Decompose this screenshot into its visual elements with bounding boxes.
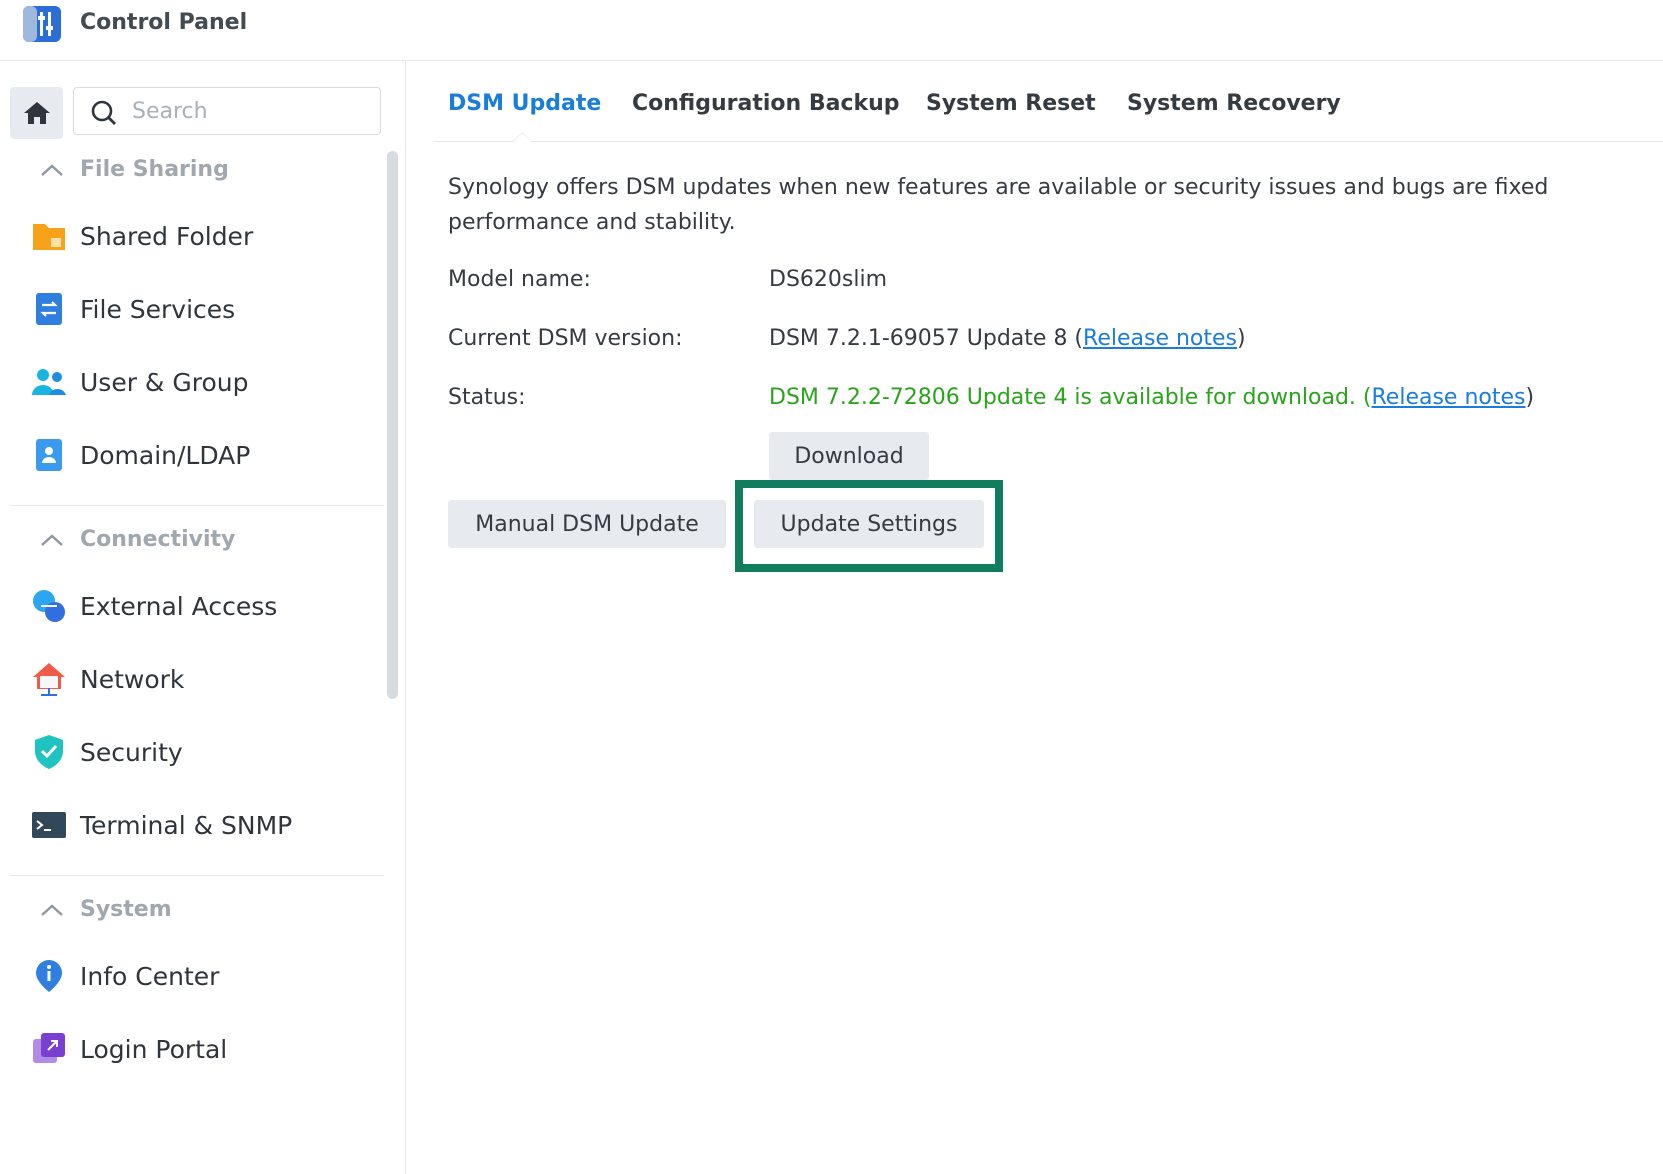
title-bar: Control Panel: [0, 0, 1663, 61]
status-release-notes-link[interactable]: Release notes: [1372, 385, 1526, 410]
sidebar-item-login-portal[interactable]: Login Portal: [30, 1024, 370, 1074]
tab-system-recovery[interactable]: System Recovery: [1127, 91, 1341, 116]
section-file-sharing[interactable]: File Sharing: [40, 157, 229, 182]
highlight-box: [735, 480, 1003, 572]
search-box[interactable]: Search: [73, 87, 381, 135]
shared-folder-icon: [30, 217, 68, 255]
chevron-up-icon: [41, 163, 63, 176]
sidebar-item-domain-ldap[interactable]: Domain/LDAP: [30, 430, 370, 480]
sidebar-item-label: Terminal & SNMP: [80, 810, 293, 840]
paren-close: ): [1237, 326, 1246, 351]
paren-close: ): [1525, 385, 1535, 410]
model-name-label: Model name:: [448, 267, 591, 292]
status-value: DSM 7.2.2-72806 Update 4 is available fo…: [769, 385, 1534, 410]
info-center-icon: [30, 957, 68, 995]
terminal-icon: [30, 806, 68, 844]
sidebar-item-info-center[interactable]: Info Center: [30, 951, 370, 1001]
sidebar-item-label: Network: [80, 664, 185, 694]
sidebar-item-label: Info Center: [80, 961, 220, 991]
sidebar-item-label: User & Group: [80, 367, 249, 397]
sidebar-item-label: Domain/LDAP: [80, 440, 251, 470]
section-title: System: [80, 897, 172, 922]
network-icon: [30, 660, 68, 698]
chevron-up-icon: [41, 903, 63, 916]
sidebar-item-label: External Access: [80, 591, 278, 621]
domain-ldap-icon: [30, 436, 68, 474]
control-panel-icon: [23, 6, 61, 42]
sidebar-item-user-group[interactable]: User & Group: [30, 357, 370, 407]
search-input[interactable]: Search: [132, 99, 208, 124]
update-description: Synology offers DSM updates when new fea…: [448, 170, 1663, 240]
sidebar-scrollbar[interactable]: [387, 151, 398, 699]
section-system[interactable]: System: [40, 897, 172, 922]
description-line: Synology offers DSM updates when new fea…: [448, 175, 1549, 200]
sidebar-item-shared-folder[interactable]: Shared Folder: [30, 211, 370, 261]
sidebar-item-label: Shared Folder: [80, 221, 254, 251]
sidebar-item-network[interactable]: Network: [30, 654, 370, 704]
section-connectivity[interactable]: Connectivity: [40, 527, 235, 552]
tab-bar: DSM Update Configuration Backup System R…: [434, 61, 1663, 142]
section-title: File Sharing: [80, 157, 229, 182]
external-access-icon: [30, 587, 68, 625]
sidebar-item-label: Security: [80, 737, 183, 767]
download-button[interactable]: Download: [769, 432, 929, 480]
sidebar-item-label: File Services: [80, 294, 236, 324]
current-version-release-notes-link[interactable]: Release notes: [1083, 326, 1237, 351]
tab-dsm-update[interactable]: DSM Update: [448, 91, 601, 116]
status-text: DSM 7.2.2-72806 Update 4 is available fo…: [769, 385, 1372, 410]
tab-configuration-backup[interactable]: Configuration Backup: [632, 91, 900, 116]
current-version-label: Current DSM version:: [448, 326, 683, 351]
model-name-value: DS620slim: [769, 267, 888, 292]
sidebar-item-terminal-snmp[interactable]: Terminal & SNMP: [30, 800, 370, 850]
user-group-icon: [30, 363, 68, 401]
sidebar-item-file-services[interactable]: File Services: [30, 284, 370, 334]
home-icon: [23, 102, 50, 124]
sidebar-item-label: Login Portal: [80, 1034, 228, 1064]
sidebar: Search File Sharing Shared Folder File S…: [0, 61, 406, 1174]
current-version-text: DSM 7.2.1-69057 Update 8 (: [769, 326, 1084, 351]
search-icon: [91, 100, 116, 125]
description-line: performance and stability.: [448, 210, 736, 235]
chevron-up-icon: [41, 533, 63, 546]
active-tab-indicator: [512, 132, 532, 142]
current-version-value: DSM 7.2.1-69057 Update 8 (Release notes): [769, 326, 1246, 351]
status-label: Status:: [448, 385, 526, 410]
sidebar-divider: [10, 505, 384, 506]
login-portal-icon: [30, 1030, 68, 1068]
home-button[interactable]: [10, 87, 63, 139]
tab-system-reset[interactable]: System Reset: [926, 91, 1096, 116]
app-title: Control Panel: [80, 10, 248, 35]
security-shield-icon: [30, 733, 68, 771]
section-title: Connectivity: [80, 527, 236, 552]
sidebar-item-external-access[interactable]: External Access: [30, 581, 370, 631]
file-services-icon: [30, 290, 68, 328]
manual-dsm-update-button[interactable]: Manual DSM Update: [448, 500, 726, 548]
sidebar-divider: [10, 875, 384, 876]
sidebar-item-security[interactable]: Security: [30, 727, 370, 777]
